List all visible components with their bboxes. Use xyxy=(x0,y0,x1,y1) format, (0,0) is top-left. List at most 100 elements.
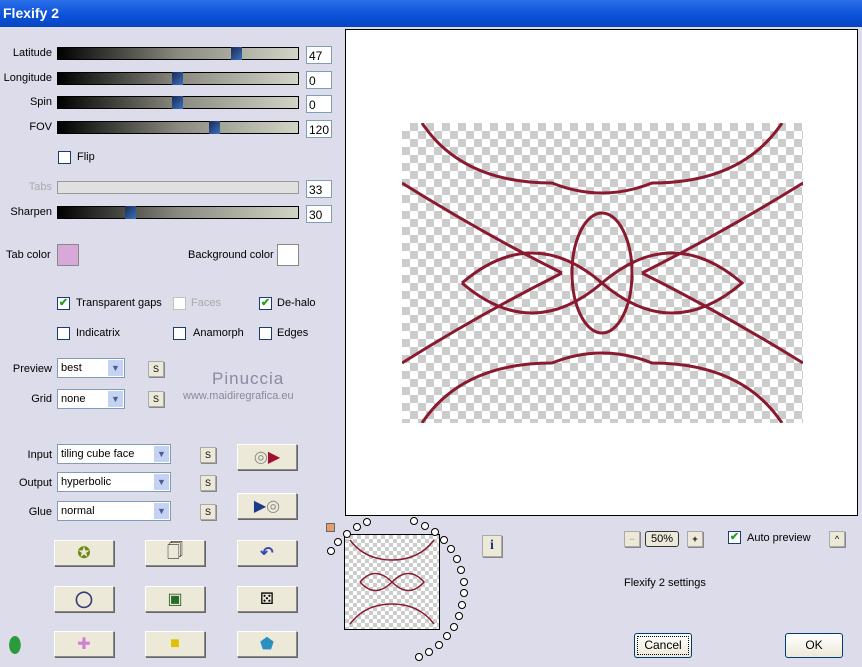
dial-dot[interactable] xyxy=(434,640,443,649)
background-color-label: Background color xyxy=(188,249,274,261)
brick-icon: ■ xyxy=(170,635,180,652)
auto-preview-checkbox[interactable]: ✔ xyxy=(728,531,741,544)
plugin-button[interactable]: ✪ xyxy=(54,540,114,566)
dial-dot[interactable] xyxy=(414,652,423,661)
glue-select[interactable]: normal ▼ xyxy=(57,501,171,521)
dial-dot[interactable] xyxy=(459,577,468,586)
faces-checkbox xyxy=(173,297,186,310)
sharpen-input[interactable]: 30 xyxy=(306,205,332,223)
load-settings-button[interactable]: ◎▶ xyxy=(237,444,297,470)
watermark-url: www.maidiregrafica.eu xyxy=(183,390,294,402)
slider-thumb[interactable] xyxy=(125,206,136,219)
dial-dot[interactable] xyxy=(352,523,361,532)
edges-checkbox[interactable] xyxy=(259,327,272,340)
indicatrix-checkbox[interactable] xyxy=(57,327,70,340)
random-button[interactable]: ⚄ xyxy=(237,586,297,612)
output-select[interactable]: hyperbolic ▼ xyxy=(57,472,171,492)
dial-dot[interactable] xyxy=(334,538,343,547)
slider-thumb[interactable] xyxy=(231,47,242,60)
transparent-gaps-checkbox[interactable]: ✔ xyxy=(57,297,70,310)
spin-input[interactable]: 0 xyxy=(306,95,332,113)
input-select[interactable]: tiling cube face ▼ xyxy=(57,444,171,464)
latitude-slider[interactable] xyxy=(57,47,299,60)
transparent-gaps-label: Transparent gaps xyxy=(76,297,162,309)
sharpen-label: Sharpen xyxy=(10,206,52,218)
tab-color-label: Tab color xyxy=(6,249,51,261)
spin-slider[interactable] xyxy=(57,96,299,109)
anamorph-checkbox[interactable] xyxy=(173,327,186,340)
dial-dot[interactable] xyxy=(425,647,434,656)
dial-dot[interactable] xyxy=(447,544,456,553)
glue-s-button[interactable]: S xyxy=(200,504,216,520)
preview-label: Preview xyxy=(12,363,52,375)
preview-canvas[interactable] xyxy=(345,29,858,516)
background-color-swatch[interactable] xyxy=(277,244,299,266)
fov-slider[interactable] xyxy=(57,121,299,134)
chevron-down-icon: ▼ xyxy=(154,503,169,519)
slider-thumb[interactable] xyxy=(172,72,183,85)
dial-dot[interactable] xyxy=(452,554,461,563)
brick-button[interactable]: ■ xyxy=(145,631,205,657)
frame-button[interactable]: ▣ xyxy=(145,586,205,612)
indicatrix-label: Indicatrix xyxy=(76,327,121,339)
flip-label: Flip xyxy=(77,151,95,163)
longitude-slider[interactable] xyxy=(57,72,299,85)
cancel-button[interactable]: Cancel xyxy=(634,633,692,658)
dial-dot[interactable] xyxy=(459,589,468,598)
tabs-input[interactable]: 33 xyxy=(306,180,332,198)
thumbnail-shape xyxy=(349,539,435,625)
tab-color-swatch[interactable] xyxy=(57,244,79,266)
output-select-value: hyperbolic xyxy=(61,476,112,488)
title-bar: Flexify 2 xyxy=(0,0,862,27)
chevron-down-icon: ▼ xyxy=(108,391,123,407)
dial-dot[interactable] xyxy=(458,601,467,610)
dial-dot[interactable] xyxy=(420,521,429,530)
fov-input[interactable]: 120 xyxy=(306,120,332,138)
dial-dot[interactable] xyxy=(363,518,372,527)
preview-select[interactable]: best ▼ xyxy=(57,358,125,378)
grid-s-button[interactable]: S xyxy=(148,391,164,407)
flip-checkbox[interactable] xyxy=(58,151,71,164)
dial-dot[interactable] xyxy=(327,547,336,556)
collapse-button[interactable]: ^ xyxy=(829,531,845,547)
square-frame-icon: ▣ xyxy=(167,591,183,608)
arrow-disc-icon: ▶◎ xyxy=(253,498,281,515)
slider-thumb[interactable] xyxy=(209,121,220,134)
settings-label: Flexify 2 settings xyxy=(624,577,706,589)
dial-dot[interactable] xyxy=(442,632,451,641)
save-settings-button[interactable]: ▶◎ xyxy=(237,493,297,519)
edges-label: Edges xyxy=(277,327,309,339)
dial-dot[interactable] xyxy=(342,529,351,538)
tabs-slider xyxy=(57,181,299,194)
dial-dot[interactable] xyxy=(449,622,458,631)
de-halo-checkbox[interactable]: ✔ xyxy=(259,297,272,310)
anamorph-label: Anamorph xyxy=(193,327,244,339)
undo-button[interactable]: ↶ xyxy=(237,540,297,566)
spin-label: Spin xyxy=(29,96,52,108)
latitude-input[interactable]: 47 xyxy=(306,46,332,64)
navigator-handle[interactable] xyxy=(326,523,335,532)
cube-net-button[interactable]: ✚ xyxy=(54,631,114,657)
longitude-input[interactable]: 0 xyxy=(306,71,332,89)
dial-dot[interactable] xyxy=(439,535,448,544)
dial-dot[interactable] xyxy=(430,527,439,536)
input-s-button[interactable]: S xyxy=(200,447,216,463)
info-button[interactable]: i xyxy=(482,535,502,557)
dial-dot[interactable] xyxy=(409,517,418,526)
longitude-label: Longitude xyxy=(3,72,52,84)
output-s-button[interactable]: S xyxy=(200,475,216,491)
navigator-thumbnail[interactable] xyxy=(344,534,440,630)
grid-select[interactable]: none ▼ xyxy=(57,389,125,409)
slider-thumb[interactable] xyxy=(172,96,183,109)
copy-button[interactable]: 🗍 xyxy=(145,540,205,566)
fov-label: FOV xyxy=(29,121,52,133)
torus-button[interactable]: ◯ xyxy=(54,586,114,612)
zoom-out-button[interactable]: − xyxy=(624,531,640,547)
dial-dot[interactable] xyxy=(457,566,466,574)
ok-button[interactable]: OK xyxy=(785,633,843,658)
polyhedron-button[interactable]: ⬟ xyxy=(237,631,297,657)
zoom-in-button[interactable]: + xyxy=(687,531,703,547)
preview-s-button[interactable]: S xyxy=(148,361,164,377)
dial-dot[interactable] xyxy=(455,612,464,621)
sharpen-slider[interactable] xyxy=(57,206,299,219)
